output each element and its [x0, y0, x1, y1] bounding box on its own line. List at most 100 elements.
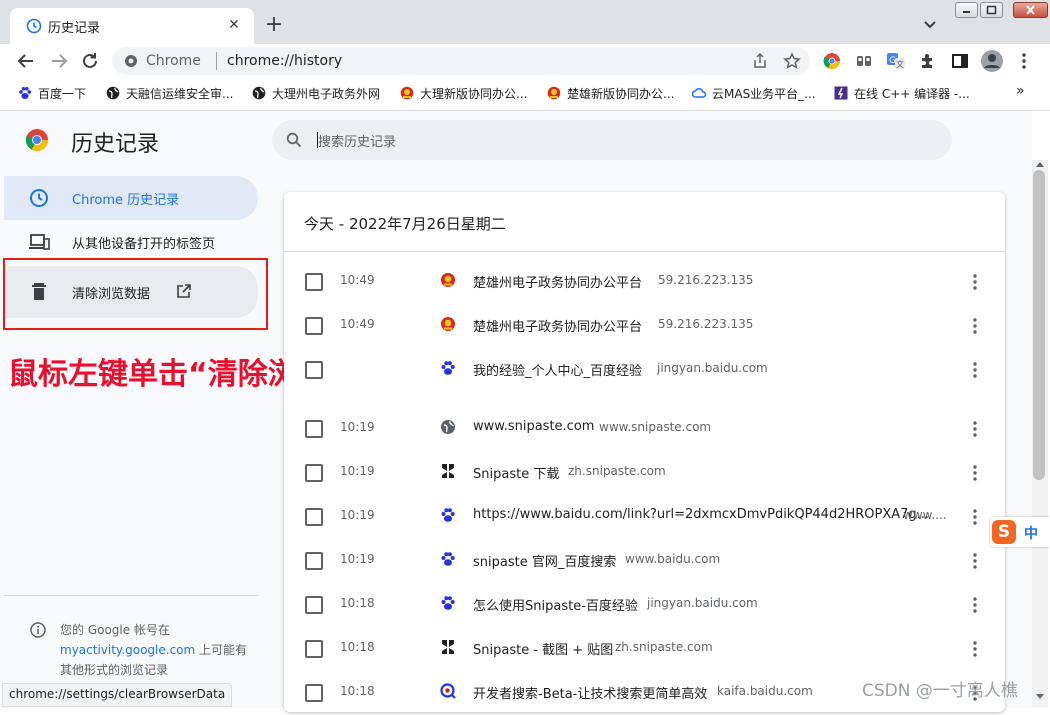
- history-row[interactable]: 10:19 Snipaste 下载 zh.snipaste.com: [284, 451, 1005, 495]
- close-tab-icon[interactable]: ✕: [224, 15, 244, 35]
- page-title-link[interactable]: 怎么使用Snipaste-百度经验: [473, 595, 638, 614]
- more-bookmarks-chevron-icon[interactable]: »: [1016, 83, 1025, 101]
- forward-arrow-icon[interactable]: [49, 51, 69, 71]
- history-row[interactable]: 10:18 Snipaste - 截图 + 贴图 zh.snipaste.com: [284, 627, 1005, 671]
- tab-history[interactable]: 历史记录 ✕: [10, 8, 254, 44]
- history-clock-icon: [26, 18, 42, 34]
- extensions-puzzle-icon[interactable]: [919, 52, 937, 70]
- baidu-paw-icon: [441, 361, 455, 375]
- more-actions-icon[interactable]: [964, 595, 986, 615]
- browser-menu-icon[interactable]: [1016, 52, 1032, 70]
- chrome-extension-icon[interactable]: [822, 51, 842, 71]
- history-row[interactable]: 10:18 怎么使用Snipaste-百度经验 jingyan.baidu.com: [284, 583, 1005, 627]
- maximize-button[interactable]: [980, 2, 1003, 18]
- new-tab-button[interactable]: +: [262, 14, 286, 38]
- row-checkbox[interactable]: [305, 317, 323, 335]
- bookmark-item[interactable]: 在线 C++ 编译器 -...: [834, 85, 970, 103]
- side-panel-icon[interactable]: [951, 52, 969, 70]
- page-domain: 59.216.223.135: [658, 317, 754, 331]
- row-checkbox[interactable]: [305, 420, 323, 438]
- page-domain: zh.snipaste.com: [615, 640, 713, 654]
- devices-icon: [29, 234, 50, 250]
- reload-icon[interactable]: [80, 51, 100, 71]
- row-checkbox[interactable]: [305, 552, 323, 570]
- status-url-bubble: chrome://settings/clearBrowserData: [2, 683, 233, 707]
- row-checkbox[interactable]: [305, 684, 323, 702]
- search-input[interactable]: 搜索历史记录: [318, 131, 396, 150]
- bookmark-item[interactable]: 大理新版协同办公...: [400, 85, 527, 103]
- card-divider: [284, 251, 1005, 252]
- baidu-paw-icon: [441, 552, 455, 566]
- bookmarks-bar: 百度一下 天融信运维安全审... 大理州电子政务外网 大理新版协同办公... 楚…: [0, 78, 1050, 111]
- snipaste-icon: [442, 464, 454, 478]
- visit-time: 10:19: [340, 420, 375, 434]
- history-row[interactable]: 10:19 snipaste 官网_百度搜索 www.baidu.com: [284, 539, 1005, 583]
- row-checkbox[interactable]: [305, 273, 323, 291]
- history-row[interactable]: 10:19 www.snipaste.com www.snipaste.com: [284, 407, 1005, 451]
- page-domain: zh.snipaste.com: [568, 464, 666, 478]
- row-checkbox[interactable]: [305, 464, 323, 482]
- share-icon[interactable]: [752, 53, 768, 69]
- history-row[interactable]: 10:49 楚雄州电子政务协同办公平台 59.216.223.135: [284, 260, 1005, 304]
- page-title: 历史记录: [71, 132, 160, 157]
- bookmark-item[interactable]: 云MAS业务平台_...: [692, 85, 816, 103]
- tab-search-chevron-icon[interactable]: [920, 14, 940, 34]
- more-actions-icon[interactable]: [964, 639, 986, 659]
- history-row[interactable]: 10:19 https://www.baidu.com/link?url=2dxm…: [284, 495, 1005, 539]
- baidu-paw-icon: [19, 87, 32, 99]
- more-actions-icon[interactable]: [964, 360, 986, 380]
- address-url[interactable]: chrome://history: [216, 53, 342, 69]
- page-title-link[interactable]: https://www.baidu.com/link?url=2dxmcxDmv…: [473, 507, 929, 522]
- bookmark-star-icon[interactable]: [783, 52, 801, 70]
- page-domain: www.baidu.com: [625, 552, 721, 566]
- myactivity-link[interactable]: myactivity.google.com: [60, 643, 195, 657]
- search-history-field[interactable]: 搜索历史记录: [272, 120, 952, 160]
- address-bar[interactable]: Chrome chrome://history: [112, 47, 810, 75]
- page-title-link[interactable]: snipaste 官网_百度搜索: [473, 551, 616, 570]
- row-checkbox[interactable]: [305, 596, 323, 614]
- page-title-link[interactable]: 楚雄州电子政务协同办公平台: [473, 316, 642, 335]
- more-actions-icon[interactable]: [964, 419, 986, 439]
- more-actions-icon[interactable]: [964, 463, 986, 483]
- row-checkbox[interactable]: [305, 640, 323, 658]
- kaifa-search-icon: [440, 683, 456, 699]
- history-row[interactable]: 10:49 楚雄州电子政务协同办公平台 59.216.223.135: [284, 304, 1005, 348]
- search-icon: [286, 132, 302, 148]
- row-checkbox[interactable]: [305, 508, 323, 526]
- more-actions-icon[interactable]: [964, 272, 986, 292]
- bookmark-item[interactable]: 百度一下: [18, 85, 86, 103]
- page-title-link[interactable]: Snipaste - 截图 + 贴图: [473, 639, 613, 658]
- page-domain: kaifa.baidu.com: [717, 684, 813, 698]
- profile-avatar-icon[interactable]: [980, 49, 1004, 73]
- page-title-link[interactable]: 楚雄州电子政务协同办公平台: [473, 272, 642, 291]
- emblem-icon: [441, 317, 455, 331]
- more-actions-icon[interactable]: [964, 316, 986, 336]
- sidebar-item-chrome-history[interactable]: Chrome 历史记录: [4, 176, 258, 220]
- more-actions-icon[interactable]: [964, 507, 986, 527]
- translate-icon[interactable]: G文: [886, 51, 906, 71]
- visit-time: 10:19: [340, 508, 375, 522]
- scroll-down-arrow-icon[interactable]: [1036, 694, 1044, 699]
- ime-toolbar[interactable]: S 中: [990, 517, 1050, 547]
- bookmark-item[interactable]: 天融信运维安全审...: [106, 85, 233, 103]
- ime-mode-indicator[interactable]: 中: [1024, 523, 1038, 543]
- back-arrow-icon[interactable]: [16, 51, 36, 71]
- page-title-link[interactable]: 开发者搜索-Beta-让技术搜索更简单高效: [473, 683, 707, 702]
- page-title-link[interactable]: www.snipaste.com: [473, 419, 594, 434]
- page-title-link[interactable]: Snipaste 下载: [473, 463, 559, 482]
- scrollbar-thumb[interactable]: [1033, 170, 1045, 480]
- window-close-button[interactable]: [1013, 2, 1048, 18]
- extension-panel-icon[interactable]: [855, 52, 873, 70]
- sogou-logo-icon: S: [992, 520, 1016, 544]
- more-actions-icon[interactable]: [964, 551, 986, 571]
- cloud-icon: [692, 88, 706, 98]
- chrome-logo-icon: [25, 129, 48, 151]
- minimize-button[interactable]: [955, 2, 978, 18]
- bookmark-item[interactable]: 大理州电子政务外网: [252, 85, 380, 103]
- history-row[interactable]: 我的经验_个人中心_百度经验 jingyan.baidu.com: [284, 348, 1005, 392]
- page-title-link[interactable]: 我的经验_个人中心_百度经验: [473, 360, 642, 379]
- chrome-site-icon: [125, 55, 137, 67]
- scroll-up-arrow-icon[interactable]: [1036, 162, 1044, 167]
- row-checkbox[interactable]: [305, 361, 323, 379]
- bookmark-item[interactable]: 楚雄新版协同办公...: [547, 85, 674, 103]
